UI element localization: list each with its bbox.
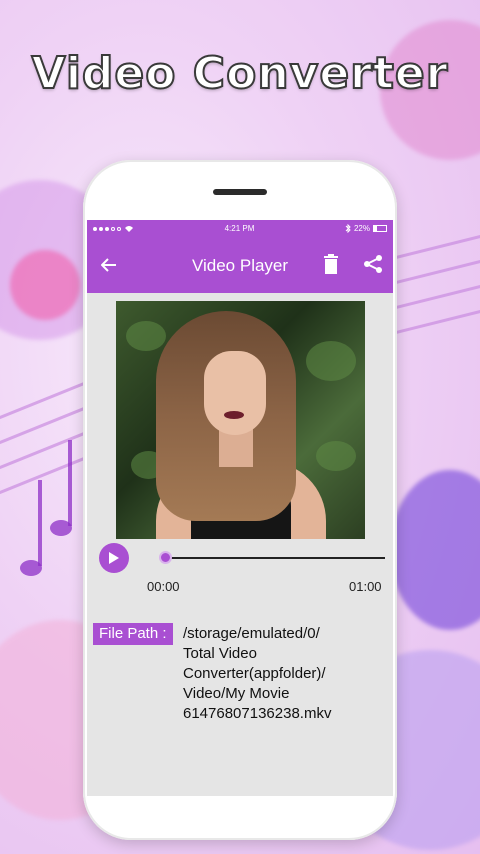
app-screen: 4:21 PM 22% Video Player 00:00 01:00 Fil… xyxy=(87,220,393,796)
battery-percent: 22% xyxy=(353,224,370,233)
signal-dots-icon xyxy=(93,226,121,231)
file-path-label: File Path : xyxy=(93,623,173,645)
total-time: 01:00 xyxy=(349,579,382,594)
play-button[interactable] xyxy=(99,543,129,573)
status-bar: 4:21 PM 22% xyxy=(87,220,393,237)
app-title: Video Player xyxy=(191,256,289,275)
file-path-line: 61476807136238.mkv xyxy=(183,705,332,722)
player-controls: 00:00 01:00 xyxy=(87,543,393,603)
phone-speaker xyxy=(213,189,267,195)
wifi-icon xyxy=(125,225,133,232)
file-path-line: Total Video xyxy=(183,645,257,662)
file-path-line: Video/My Movie xyxy=(183,685,290,702)
phone-bottom xyxy=(83,796,397,840)
file-path-line: Converter(appfolder)/ xyxy=(183,665,326,682)
file-path-line: /storage/emulated/0/ xyxy=(183,625,320,642)
phone-frame: 4:21 PM 22% Video Player 00:00 01:00 Fil… xyxy=(83,160,397,840)
video-preview[interactable] xyxy=(116,301,365,539)
share-icon xyxy=(364,255,382,273)
delete-button[interactable] xyxy=(319,252,343,276)
seek-bar[interactable] xyxy=(165,557,385,559)
status-right: 22% xyxy=(345,224,387,233)
status-left xyxy=(93,225,134,233)
current-time: 00:00 xyxy=(147,579,180,594)
status-time: 4:21 PM xyxy=(224,224,255,233)
promo-title: Video Converter xyxy=(31,47,449,100)
trash-icon xyxy=(324,254,338,274)
share-button[interactable] xyxy=(361,252,385,276)
app-bar: Video Player xyxy=(87,237,393,293)
bluetooth-icon xyxy=(345,224,351,233)
file-path-value: /storage/emulated/0/ Total Video Convert… xyxy=(183,624,383,724)
play-icon xyxy=(109,552,119,564)
seek-thumb[interactable] xyxy=(159,551,172,564)
battery-icon xyxy=(373,225,387,232)
